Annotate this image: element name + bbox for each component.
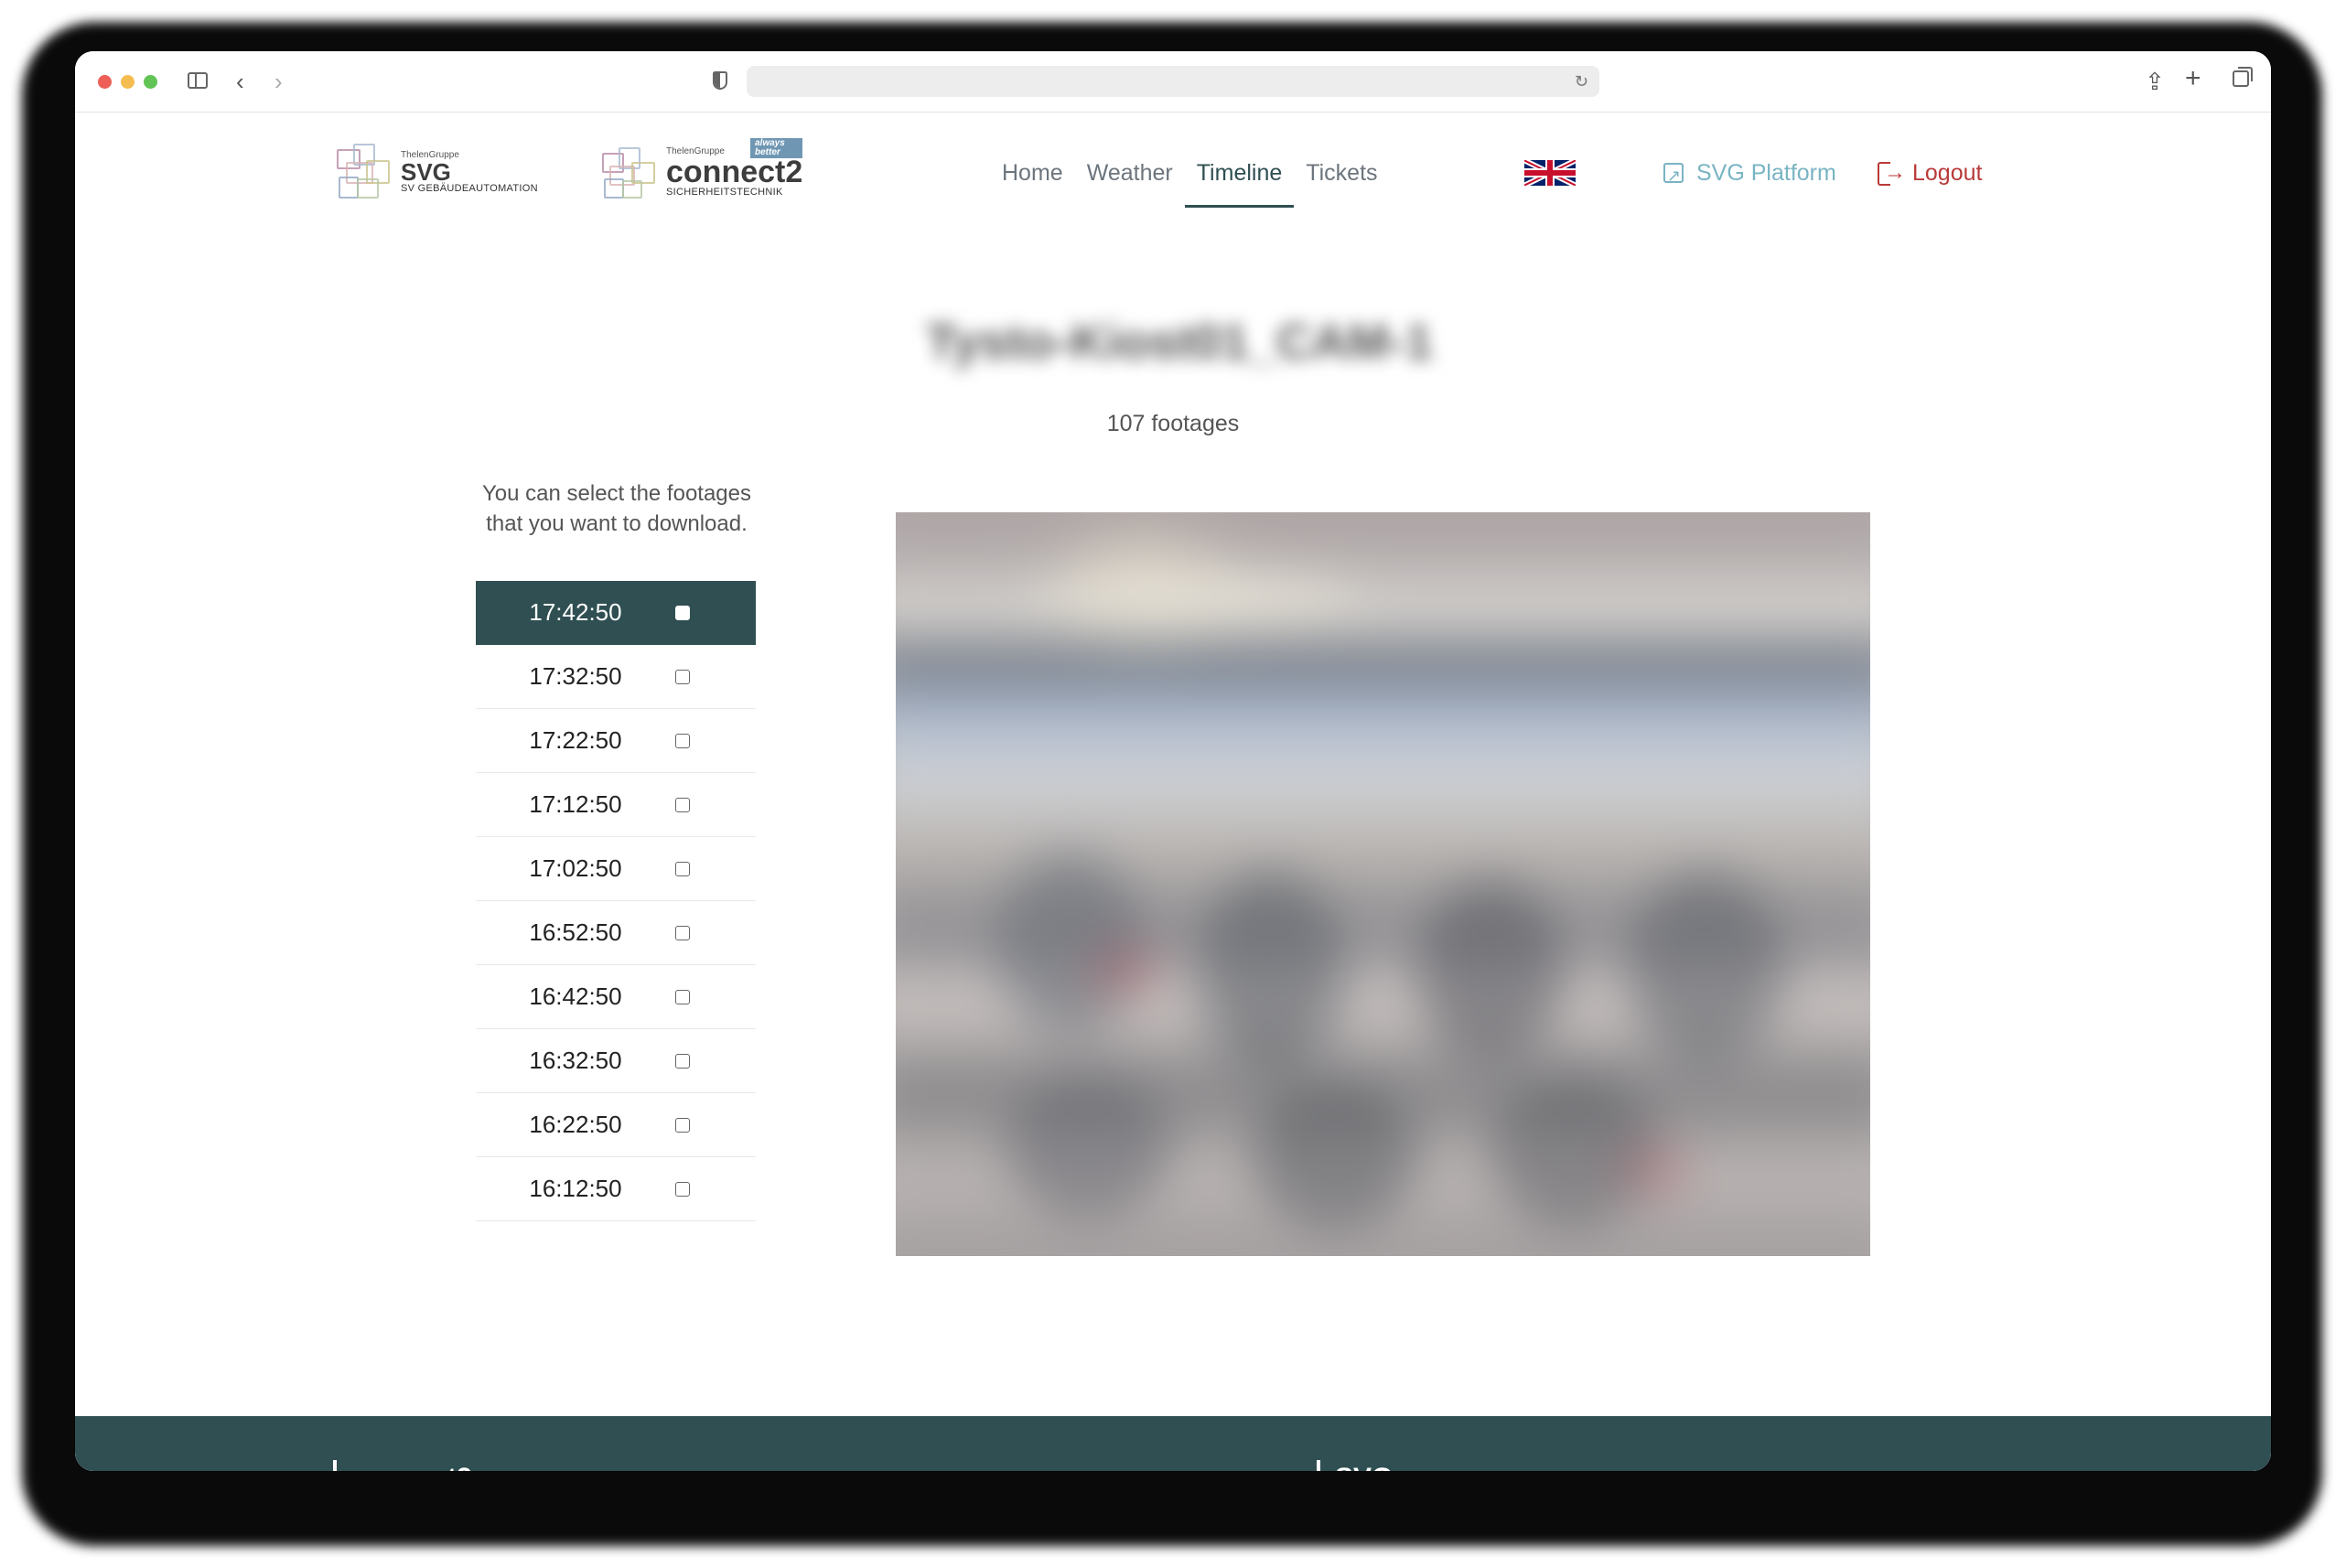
footage-checkbox[interactable] [675, 605, 690, 620]
maximize-window-button[interactable] [144, 75, 157, 89]
footage-time: 16:12:50 [529, 1175, 622, 1202]
camera-title: Tysto-Kiost01_CAM-1 [926, 315, 1434, 370]
footage-row[interactable]: 17:22:50 [476, 709, 756, 773]
footage-checkbox[interactable] [675, 861, 690, 876]
address-bar[interactable]: ↻ [747, 66, 1599, 97]
logout-icon [1878, 155, 1906, 191]
minimize-window-button[interactable] [121, 75, 135, 89]
browser-toolbar: ‹ › ↻ ⇪ + [75, 51, 2271, 113]
logout-label: Logout [1912, 160, 1983, 186]
footage-time: 16:52:50 [529, 918, 622, 946]
footage-time: 16:42:50 [529, 983, 622, 1010]
new-tab-icon[interactable]: + [2185, 65, 2201, 92]
svg-logo-subtitle: SV GEBÄUDEAUTOMATION [401, 182, 538, 194]
footage-row[interactable]: 16:52:50 [476, 901, 756, 965]
footage-row[interactable]: 16:42:50 [476, 965, 756, 1029]
external-link-icon [1663, 157, 1684, 194]
footage-checkbox[interactable] [675, 989, 690, 1004]
connect2-logo-name: connect2 [666, 154, 803, 189]
browser-window: ‹ › ↻ ⇪ + ThelenGruppe SVG SV GEBÄUDEAUT… [75, 51, 2271, 1471]
footage-time: 17:12:50 [529, 790, 622, 818]
svg-logo-name: SVG [401, 157, 451, 186]
footage-checkbox[interactable] [675, 797, 690, 812]
nav-weather[interactable]: Weather [1075, 155, 1185, 197]
footage-time: 16:32:50 [529, 1047, 622, 1074]
footer-brand-svg: SVG [1317, 1460, 1393, 1471]
main-nav: Home Weather Timeline Tickets [990, 155, 1390, 208]
footage-list: 17:42:50 17:32:50 17:22:50 17:12:50 17:0… [476, 581, 756, 1221]
connect2-logo[interactable]: ThelenGruppe connect2 SICHERHEITSTECHNIK… [598, 137, 803, 202]
footer-brand-connect2: connect2 [333, 1460, 472, 1471]
footage-preview-image [896, 512, 1870, 1256]
logout-link[interactable]: Logout [1878, 155, 1982, 191]
page-content: ThelenGruppe SVG SV GEBÄUDEAUTOMATION Th… [75, 113, 2271, 1471]
reload-icon[interactable]: ↻ [1575, 70, 1588, 93]
connect2-logo-tagline: always better [750, 137, 803, 158]
svg-platform-label: SVG Platform [1696, 160, 1836, 186]
svg-logo-mark [333, 144, 393, 200]
connect2-logo-subtitle: SICHERHEITSTECHNIK [666, 186, 783, 198]
footage-checkbox[interactable] [675, 733, 690, 748]
footage-row[interactable]: 17:02:50 [476, 837, 756, 901]
close-window-button[interactable] [98, 75, 112, 89]
footage-checkbox[interactable] [675, 1117, 690, 1133]
footage-row[interactable]: 17:12:50 [476, 773, 756, 837]
connect2-logo-mark [598, 144, 659, 200]
footage-count: 107 footages [1106, 411, 1240, 436]
footage-time: 17:32:50 [529, 662, 622, 690]
footage-row[interactable]: 17:42:50 [476, 581, 756, 645]
nav-timeline[interactable]: Timeline [1184, 155, 1295, 208]
sidebar-toggle-icon[interactable] [188, 72, 208, 89]
uk-flag-icon[interactable] [1524, 160, 1576, 186]
tab-overview-icon[interactable] [2233, 67, 2253, 87]
footage-checkbox[interactable] [675, 669, 690, 684]
nav-home[interactable]: Home [990, 155, 1075, 197]
footage-time: 17:42:50 [529, 598, 622, 626]
back-chevron-icon[interactable]: ‹ [236, 68, 244, 95]
share-icon[interactable]: ⇪ [2145, 68, 2165, 95]
footage-time: 16:22:50 [529, 1111, 622, 1138]
svg-platform-link[interactable]: SVG Platform [1663, 155, 1836, 194]
footage-row[interactable]: 16:32:50 [476, 1029, 756, 1093]
page-footer: connect2 SVG [75, 1416, 2271, 1471]
footage-checkbox[interactable] [675, 1181, 690, 1197]
footage-checkbox[interactable] [675, 1053, 690, 1069]
forward-chevron-icon[interactable]: › [274, 68, 283, 95]
nav-tickets[interactable]: Tickets [1294, 155, 1389, 197]
footage-row[interactable]: 16:12:50 [476, 1157, 756, 1221]
footage-time: 17:02:50 [529, 854, 622, 882]
footage-row[interactable]: 16:22:50 [476, 1093, 756, 1157]
svg-logo[interactable]: ThelenGruppe SVG SV GEBÄUDEAUTOMATION [333, 142, 538, 202]
footage-checkbox[interactable] [675, 925, 690, 940]
privacy-shield-icon[interactable] [713, 71, 727, 90]
footage-time: 17:22:50 [529, 726, 622, 754]
footage-row[interactable]: 17:32:50 [476, 645, 756, 709]
footage-instructions: You can select the footages that you wan… [482, 481, 751, 536]
